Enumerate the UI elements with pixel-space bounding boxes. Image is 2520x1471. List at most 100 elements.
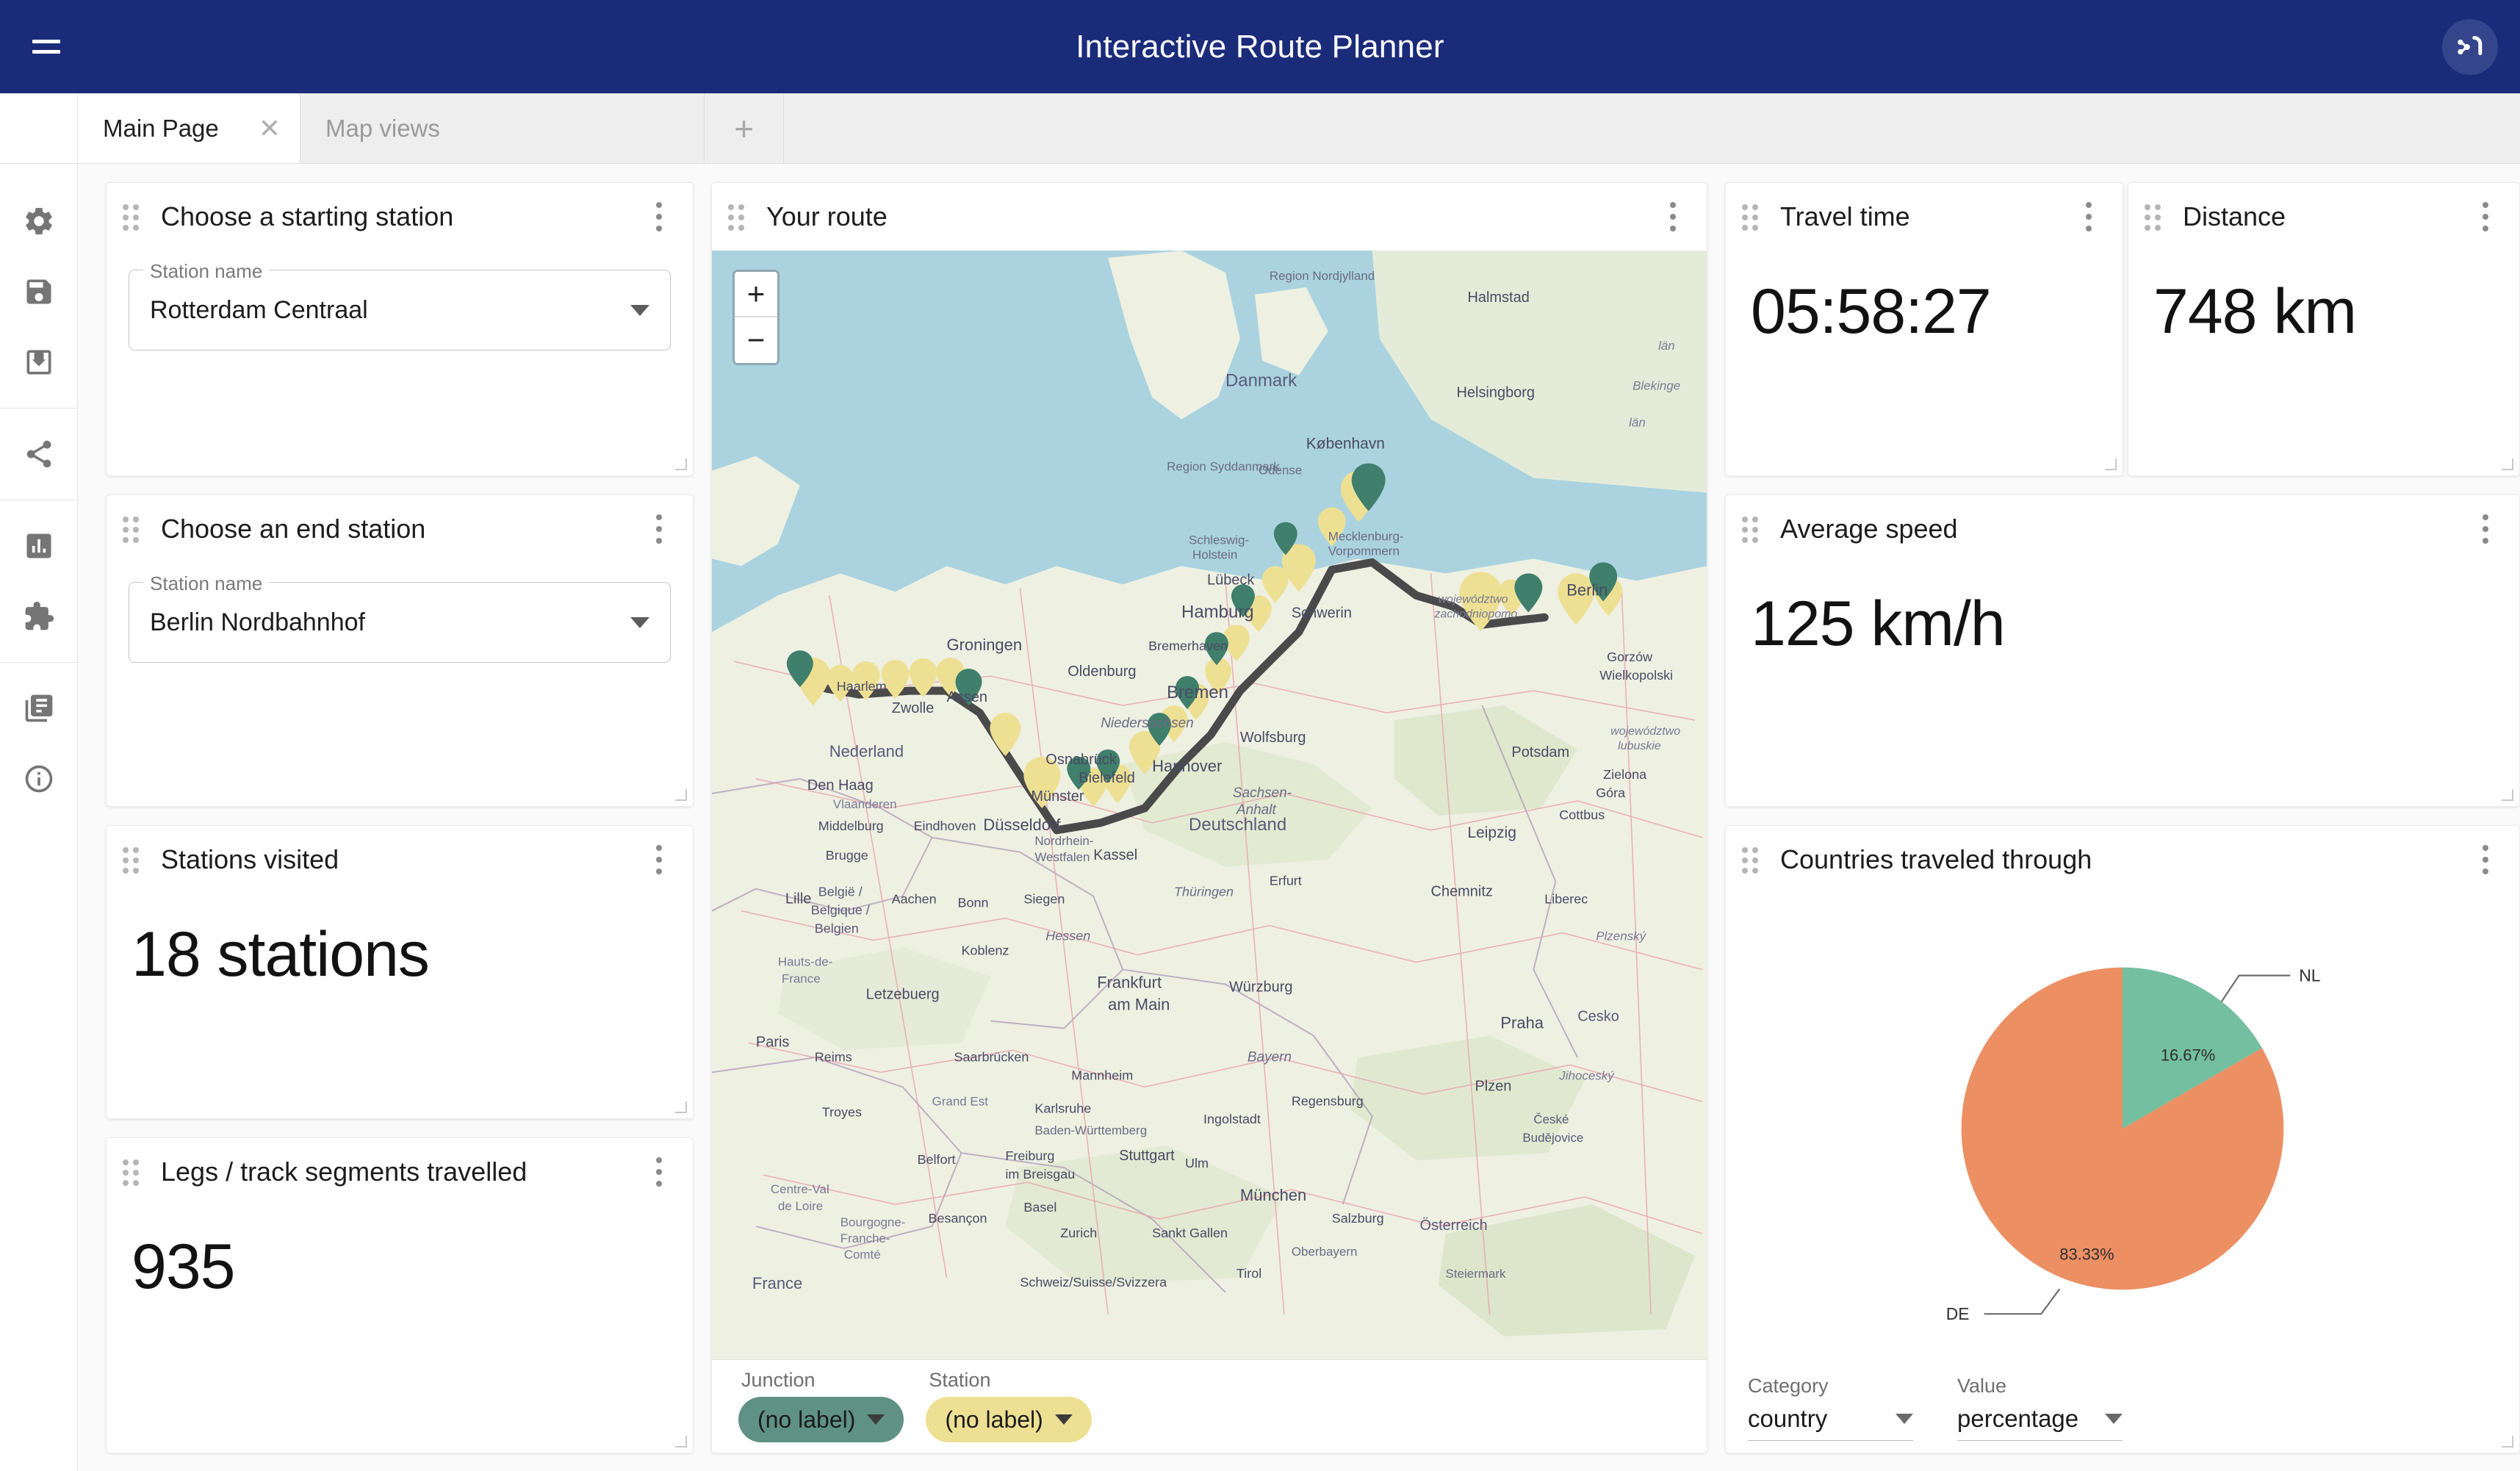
svg-text:Lübeck: Lübeck — [1207, 572, 1255, 588]
svg-text:Saarbrücken: Saarbrücken — [954, 1049, 1029, 1064]
sidebar-item-info[interactable] — [0, 744, 78, 814]
card-header: Distance — [2128, 183, 2519, 251]
svg-text:Letzebuerg: Letzebuerg — [866, 986, 940, 1002]
resize-handle-icon[interactable] — [2103, 457, 2118, 472]
sidebar-item-plugins[interactable] — [0, 581, 78, 652]
svg-text:Jihoceský: Jihoceský — [1558, 1068, 1615, 1082]
sidebar-divider — [0, 408, 78, 409]
pie-value-label-de: 83.33% — [2059, 1245, 2114, 1263]
card-menu-button[interactable] — [2471, 199, 2500, 234]
card-menu-button[interactable] — [644, 511, 674, 547]
drag-handle-icon[interactable] — [1742, 517, 1764, 543]
distance-value: 748 km — [2153, 276, 2357, 347]
svg-text:België /: België / — [818, 885, 863, 899]
sidebar-item-share[interactable] — [0, 419, 78, 489]
tab-label: Map views — [325, 114, 440, 142]
card-header: Choose an end station — [107, 495, 693, 563]
drag-handle-icon[interactable] — [728, 204, 750, 231]
svg-text:zachodniopomo: zachodniopomo — [1434, 608, 1518, 620]
card-title: Your route — [766, 201, 888, 231]
svg-text:France: France — [752, 1274, 802, 1292]
sidebar-item-save[interactable] — [0, 256, 78, 327]
pie-chart[interactable]: 16.67% 83.33% NL DE — [1726, 893, 2519, 1357]
card-menu-button[interactable] — [2471, 511, 2500, 547]
tab-map-views[interactable]: Map views — [300, 93, 705, 163]
zoom-in-button[interactable]: + — [735, 272, 777, 317]
svg-text:Bielefeld: Bielefeld — [1079, 770, 1135, 786]
tab-bar: Main Page ✕ Map views + — [0, 93, 2520, 164]
svg-text:Salzburg: Salzburg — [1332, 1211, 1384, 1226]
resize-handle-icon[interactable] — [674, 788, 688, 802]
resize-handle-icon[interactable] — [674, 1434, 688, 1449]
gear-icon — [25, 207, 52, 235]
hamburger-bar — [32, 50, 60, 54]
avatar[interactable] — [2442, 19, 2498, 75]
card-title: Travel time — [1780, 201, 1910, 231]
svg-text:København: København — [1306, 436, 1385, 453]
drag-handle-icon[interactable] — [123, 847, 145, 874]
svg-text:Den Haag: Den Haag — [807, 777, 874, 794]
card-menu-button[interactable] — [1658, 199, 1688, 234]
resize-handle-icon[interactable] — [674, 457, 688, 472]
resize-handle-icon[interactable] — [2500, 1434, 2515, 1449]
svg-text:län: län — [1629, 416, 1646, 430]
map-zoom-controls[interactable]: + − — [732, 270, 780, 365]
resize-handle-icon[interactable] — [674, 1100, 688, 1115]
zoom-out-button[interactable]: − — [735, 317, 777, 363]
svg-text:Kassel: Kassel — [1093, 847, 1137, 863]
resize-handle-icon[interactable] — [2500, 457, 2515, 472]
card-menu-button[interactable] — [644, 842, 674, 877]
route-network-logo-icon — [2458, 36, 2483, 56]
add-tab-button[interactable]: + — [705, 93, 784, 163]
svg-text:Münster: Münster — [1031, 788, 1084, 805]
card-your-route: Your route Region Nordjylland Halmstad D… — [711, 182, 1707, 1453]
hamburger-menu-icon[interactable] — [24, 24, 69, 70]
card-end-station: Choose an end station Station name Berli… — [106, 494, 694, 807]
card-menu-button[interactable] — [2074, 199, 2103, 234]
svg-text:Wolfsburg: Wolfsburg — [1240, 730, 1306, 746]
card-menu-button[interactable] — [644, 199, 674, 234]
resize-handle-icon[interactable] — [2500, 788, 2515, 802]
card-menu-button[interactable] — [2471, 842, 2500, 877]
svg-text:Erfurt: Erfurt — [1270, 874, 1302, 888]
card-start-station: Choose a starting station Station name R… — [106, 182, 694, 476]
chevron-down-icon — [2105, 1414, 2123, 1424]
card-title: Stations visited — [161, 844, 339, 874]
drag-handle-icon[interactable] — [123, 204, 145, 231]
close-icon[interactable]: ✕ — [259, 115, 281, 142]
route-map[interactable]: Region Nordjylland Halmstad Danmark Hels… — [712, 251, 1707, 1360]
tab-main-page[interactable]: Main Page ✕ — [78, 93, 300, 163]
card-menu-button[interactable] — [644, 1154, 674, 1190]
junction-chip[interactable]: (no label) — [738, 1397, 904, 1442]
sidebar-item-download[interactable] — [0, 327, 78, 398]
tab-bar-left-spacer — [0, 93, 78, 163]
svg-text:Hessen: Hessen — [1045, 929, 1090, 943]
svg-text:Bonn: Bonn — [958, 896, 989, 910]
sidebar-item-charts[interactable] — [0, 511, 78, 581]
chevron-down-icon — [630, 616, 649, 628]
drag-handle-icon[interactable] — [123, 1159, 145, 1186]
svg-text:Belgien: Belgien — [815, 921, 859, 936]
sidebar-item-settings[interactable] — [0, 186, 78, 256]
svg-text:Zwolle: Zwolle — [892, 700, 935, 716]
sidebar-item-library[interactable] — [0, 673, 78, 744]
puzzle-piece-icon — [25, 601, 54, 630]
drag-handle-icon[interactable] — [1742, 204, 1764, 231]
station-chip[interactable]: (no label) — [926, 1397, 1092, 1442]
svg-text:Haarlem: Haarlem — [837, 679, 887, 694]
app-header: Interactive Route Planner — [0, 0, 2520, 93]
value-select[interactable]: percentage — [1957, 1405, 2123, 1441]
value-label: Value — [1957, 1375, 2007, 1397]
svg-text:Plzenský: Plzenský — [1596, 929, 1646, 943]
field-label: Station name — [143, 572, 270, 595]
drag-handle-icon[interactable] — [123, 517, 145, 543]
drag-handle-icon[interactable] — [1742, 847, 1764, 874]
svg-text:Schleswig-: Schleswig- — [1189, 533, 1249, 547]
chevron-down-icon — [1896, 1414, 1913, 1424]
category-value: country — [1748, 1405, 1828, 1432]
svg-text:Nordrhein-: Nordrhein- — [1034, 834, 1093, 848]
category-select[interactable]: country — [1748, 1405, 1913, 1441]
svg-text:województwo: województwo — [1439, 593, 1508, 605]
drag-handle-icon[interactable] — [2145, 204, 2167, 231]
pie-value-label-nl: 16.67% — [2161, 1046, 2215, 1064]
